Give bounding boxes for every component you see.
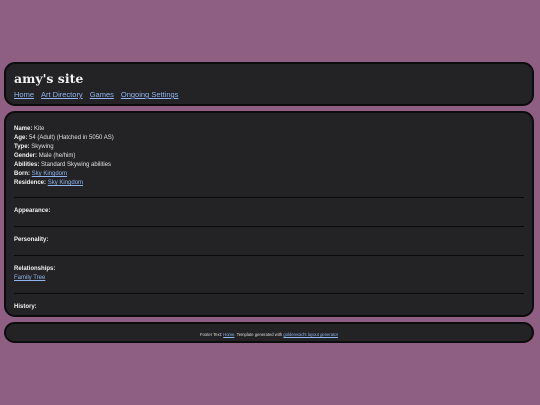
info-age-label: Age: bbox=[14, 135, 28, 141]
footer-prefix: Footer Text: bbox=[200, 332, 224, 337]
footer-home-link[interactable]: Home bbox=[223, 332, 234, 337]
info-name-value: Kite bbox=[34, 126, 45, 132]
info-born: Born: Sky Kingdom bbox=[14, 170, 524, 179]
nav-bar: Home Art Directory Games Ongoing Settings bbox=[14, 90, 532, 100]
info-abilities: Abilities: Standard Skywing abilities bbox=[14, 161, 524, 170]
info-name: Name: Kite bbox=[14, 125, 524, 134]
nav-link-games[interactable]: Games bbox=[90, 90, 114, 99]
header-panel: amy's site Home Art Directory Games Ongoing… bbox=[4, 62, 534, 106]
info-gender-label: Gender: bbox=[14, 153, 38, 159]
appearance-heading: Appearance: bbox=[14, 208, 51, 214]
info-abilities-value: Standard Skywing abilities bbox=[41, 162, 112, 168]
info-type-value: Skywing bbox=[31, 144, 54, 150]
footer-generator-link[interactable]: goldenvoid's layout generator bbox=[283, 332, 338, 337]
history-section: History: bbox=[14, 294, 524, 312]
info-type-label: Type: bbox=[14, 144, 30, 150]
appearance-section: Appearance: bbox=[14, 198, 524, 226]
info-age: Age: 54 (Adult) (Hatched in 5050 AS) bbox=[14, 134, 524, 143]
born-link[interactable]: Sky Kingdom bbox=[32, 171, 67, 177]
family-tree-link[interactable]: Family Tree bbox=[14, 275, 45, 281]
footer-middle: . Template generated with bbox=[234, 332, 284, 337]
personality-heading: Personality: bbox=[14, 237, 49, 243]
info-age-value: 54 (Adult) (Hatched in 5050 AS) bbox=[29, 135, 114, 141]
nav-link-ongoing-settings[interactable]: Ongoing Settings bbox=[121, 90, 179, 99]
footer-panel: Footer Text: Home. Template generated wi… bbox=[4, 322, 534, 343]
main-content-panel: Name: Kite Age: 54 (Adult) (Hatched in 5… bbox=[4, 111, 534, 317]
info-born-label: Born: bbox=[14, 171, 30, 177]
info-gender-value: Male (he/him) bbox=[38, 153, 76, 159]
personality-section: Personality: bbox=[14, 227, 524, 255]
residence-link[interactable]: Sky Kingdom bbox=[48, 180, 83, 186]
nav-link-home[interactable]: Home bbox=[14, 90, 34, 99]
info-gender: Gender: Male (he/him) bbox=[14, 152, 524, 161]
site-title: amy's site bbox=[14, 71, 84, 86]
footer-text: Footer Text: Home. Template generated wi… bbox=[6, 324, 532, 345]
history-heading: History: bbox=[14, 304, 37, 310]
info-residence-label: Residence: bbox=[14, 180, 47, 186]
info-residence: Residence: Sky Kingdom bbox=[14, 179, 524, 188]
info-name-label: Name: bbox=[14, 126, 33, 132]
nav-link-art-directory[interactable]: Art Directory bbox=[41, 90, 83, 99]
info-type: Type: Skywing bbox=[14, 143, 524, 152]
info-abilities-label: Abilities: bbox=[14, 162, 40, 168]
relationships-heading: Relationships: bbox=[14, 266, 56, 272]
relationships-section: Relationships: Family Tree bbox=[14, 256, 524, 293]
